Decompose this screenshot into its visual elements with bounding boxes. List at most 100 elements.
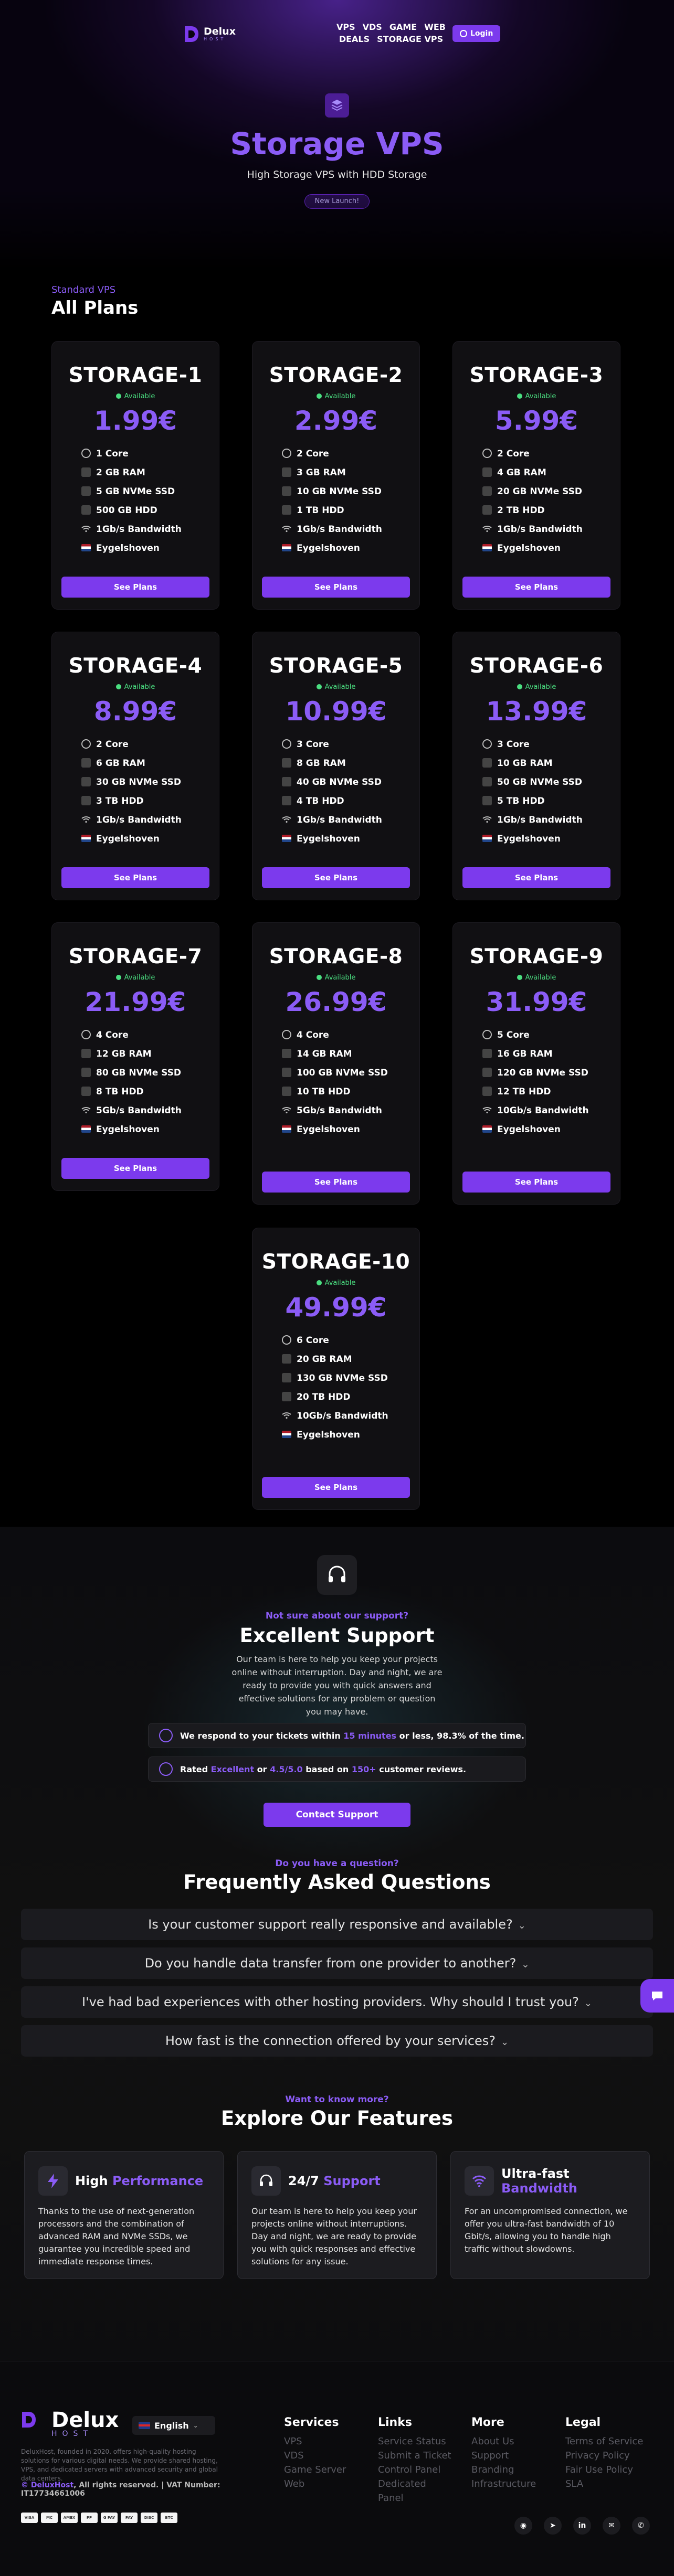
faq-item[interactable]: I've had bad experiences with other host… bbox=[21, 1986, 653, 2018]
nav-link-deals[interactable]: DEALS bbox=[339, 34, 370, 44]
cpu-icon bbox=[282, 739, 291, 749]
login-button[interactable]: Login bbox=[452, 25, 501, 42]
nav-link-vps[interactable]: VPS bbox=[336, 22, 355, 32]
availability-status: Available bbox=[52, 392, 219, 400]
footer-logo-text: Delux bbox=[51, 2408, 119, 2432]
discord-icon[interactable]: ◉ bbox=[514, 2517, 532, 2535]
spec-hdd: 10 TB HDD bbox=[282, 1087, 397, 1097]
headset-icon bbox=[251, 2166, 281, 2196]
spec-location: Eygelshoven bbox=[482, 1124, 598, 1135]
footer-link[interactable]: Dedicated Panel bbox=[378, 2477, 446, 2505]
plan-price: 2.99€ bbox=[294, 406, 378, 436]
see-plans-button[interactable]: See Plans bbox=[462, 577, 610, 598]
footer-link[interactable]: Web bbox=[284, 2477, 346, 2491]
plan-specs: 2 Core 3 GB RAM 10 GB NVMe SSD 1 TB HDD 1Gb/… bbox=[282, 449, 397, 553]
status-dot-icon bbox=[517, 393, 522, 399]
spec-ram: 3 GB RAM bbox=[282, 467, 397, 478]
see-plans-button[interactable]: See Plans bbox=[262, 1172, 410, 1193]
footer-link[interactable]: Support bbox=[471, 2449, 536, 2463]
response-time-text: We respond to your tickets within 15 min… bbox=[180, 1730, 524, 1741]
discover-icon: DISC bbox=[141, 2513, 157, 2523]
footer-link[interactable]: VDS bbox=[284, 2449, 346, 2463]
nav-link-vds[interactable]: VDS bbox=[363, 22, 382, 32]
faq-item[interactable]: Do you handle data transfer from one pro… bbox=[21, 1947, 653, 1979]
plan-specs: 4 Core 14 GB RAM 100 GB NVMe SSD 10 TB HDD 5… bbox=[282, 1030, 397, 1135]
plan-specs: 3 Core 8 GB RAM 40 GB NVMe SSD 4 TB HDD 1Gb/… bbox=[282, 739, 397, 844]
spec-hdd: 1 TB HDD bbox=[282, 505, 397, 516]
netherlands-flag-icon bbox=[282, 1430, 291, 1439]
linkedin-icon[interactable]: in bbox=[573, 2517, 591, 2535]
spec-bandwidth: 1Gb/s Bandwidth bbox=[482, 524, 598, 535]
support-section: Not sure about our support? Excellent Su… bbox=[0, 1527, 674, 2361]
wifi-icon bbox=[482, 815, 492, 824]
chevron-down-icon: ⌄ bbox=[501, 2037, 509, 2048]
footer-link[interactable]: Service Status bbox=[378, 2434, 451, 2449]
cpu-icon bbox=[482, 449, 492, 458]
plan-name: STORAGE-4 bbox=[68, 654, 203, 678]
availability-status: Available bbox=[252, 392, 419, 400]
netherlands-flag-icon bbox=[81, 543, 91, 552]
faq-item[interactable]: How fast is the connection offered by yo… bbox=[21, 2025, 653, 2057]
footer-link[interactable]: Branding bbox=[471, 2463, 536, 2477]
footer-link[interactable]: Fair Use Policy bbox=[565, 2463, 643, 2477]
features-kicker: Want to know more? bbox=[285, 2094, 389, 2105]
see-plans-button[interactable]: See Plans bbox=[462, 867, 610, 888]
paypal-icon: PP bbox=[81, 2513, 98, 2523]
status-dot-icon bbox=[115, 684, 121, 689]
status-dot-icon bbox=[517, 975, 522, 980]
spec-ram: 12 GB RAM bbox=[81, 1049, 197, 1059]
footer: Delux HOST English ⌄ DeluxHost, founded … bbox=[0, 2361, 674, 2576]
feature-text: For an uncompromised connection, we offe… bbox=[465, 2206, 628, 2254]
uk-flag-icon bbox=[139, 2422, 150, 2429]
see-plans-button[interactable]: See Plans bbox=[262, 1477, 410, 1498]
footer-link[interactable]: Submit a Ticket bbox=[378, 2449, 451, 2463]
footer-link[interactable]: SLA bbox=[565, 2477, 643, 2491]
footer-link[interactable]: Infrastructure bbox=[471, 2477, 536, 2491]
footer-logo[interactable]: Delux HOST bbox=[21, 2408, 119, 2438]
ssd-icon bbox=[282, 777, 291, 786]
wifi-icon bbox=[81, 815, 91, 824]
spec-bandwidth: 1Gb/s Bandwidth bbox=[482, 815, 598, 825]
nav-link-storage-vps[interactable]: STORAGE VPS bbox=[377, 34, 443, 44]
hdd-icon bbox=[482, 796, 492, 805]
star-icon bbox=[159, 1762, 173, 1776]
footer-link[interactable]: Privacy Policy bbox=[565, 2449, 643, 2463]
faq-item[interactable]: Is your customer support really responsi… bbox=[21, 1909, 653, 1940]
plan-name: STORAGE-7 bbox=[68, 945, 203, 968]
language-selector[interactable]: English ⌄ bbox=[132, 2416, 215, 2435]
spec-location: Eygelshoven bbox=[282, 1124, 397, 1135]
whatsapp-icon[interactable]: ✆ bbox=[632, 2517, 650, 2535]
plan-card: STORAGE-6 Available 13.99€ 3 Core 10 GB R… bbox=[452, 632, 620, 900]
see-plans-button[interactable]: See Plans bbox=[61, 577, 209, 598]
plan-price: 10.99€ bbox=[285, 696, 387, 727]
new-launch-badge: New Launch! bbox=[304, 194, 370, 209]
email-icon[interactable]: ✉ bbox=[603, 2517, 620, 2535]
plan-price: 8.99€ bbox=[93, 696, 177, 727]
see-plans-button[interactable]: See Plans bbox=[61, 1158, 209, 1179]
spec-bandwidth: 1Gb/s Bandwidth bbox=[81, 524, 197, 535]
rating-text: Rated Excellent or 4.5/5.0 based on 150+… bbox=[180, 1764, 467, 1774]
wifi-icon bbox=[282, 1105, 291, 1115]
spec-hdd: 12 TB HDD bbox=[482, 1087, 598, 1097]
see-plans-button[interactable]: See Plans bbox=[462, 1172, 610, 1193]
netherlands-flag-icon bbox=[282, 1124, 291, 1134]
spec-bandwidth: 1Gb/s Bandwidth bbox=[282, 524, 397, 535]
see-plans-button[interactable]: See Plans bbox=[61, 867, 209, 888]
ram-icon bbox=[282, 758, 291, 768]
nav-link-web[interactable]: WEB bbox=[424, 22, 446, 32]
see-plans-button[interactable]: See Plans bbox=[262, 577, 410, 598]
footer-link[interactable]: About Us bbox=[471, 2434, 536, 2449]
footer-link[interactable]: VPS bbox=[284, 2434, 346, 2449]
footer-link[interactable]: Terms of Service bbox=[565, 2434, 643, 2449]
contact-support-button[interactable]: Contact Support bbox=[264, 1803, 410, 1827]
see-plans-button[interactable]: See Plans bbox=[262, 867, 410, 888]
logo[interactable]: Delux HOST bbox=[184, 25, 236, 43]
spec-hdd: 3 TB HDD bbox=[81, 796, 197, 806]
feature-text: Thanks to the use of next-generation pro… bbox=[38, 2206, 195, 2266]
telegram-icon[interactable]: ➤ bbox=[544, 2517, 562, 2535]
footer-link[interactable]: Game Server bbox=[284, 2463, 346, 2477]
spec-ram: 6 GB RAM bbox=[81, 758, 197, 769]
nav-link-game[interactable]: GAME bbox=[389, 22, 417, 32]
chat-button[interactable] bbox=[640, 1979, 674, 2013]
footer-link[interactable]: Control Panel bbox=[378, 2463, 451, 2477]
